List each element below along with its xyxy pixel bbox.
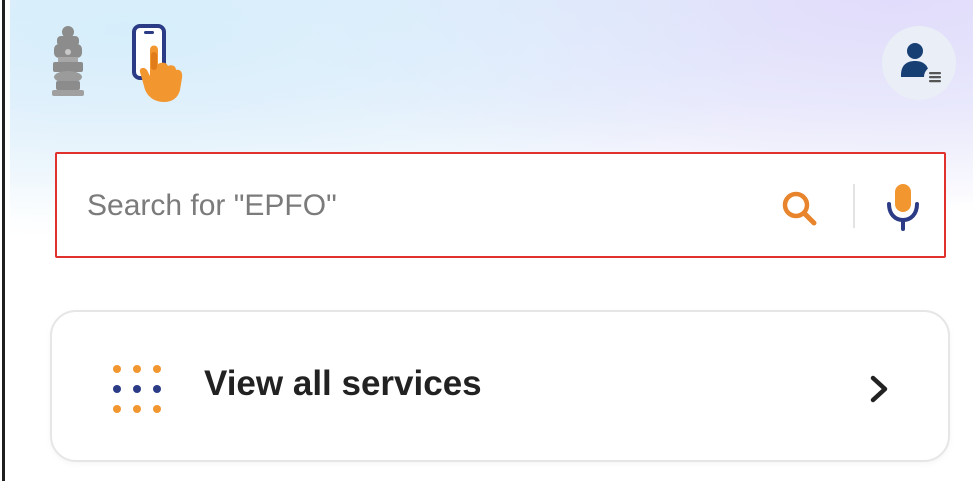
search-divider [853,184,855,228]
national-emblem-icon [52,26,84,96]
microphone-icon[interactable] [883,182,923,234]
view-all-services-label: View all services [204,364,482,403]
search-input[interactable] [87,183,737,229]
grid-icon [113,365,161,413]
chevron-right-icon [870,375,888,403]
window-left-edge [0,0,10,481]
app-logo-icon [132,24,183,102]
profile-menu-button[interactable] [882,26,956,100]
view-all-services-button[interactable]: View all services [50,310,950,462]
app-header [10,0,973,120]
search-icon[interactable] [777,186,823,232]
profile-menu-icon [901,43,946,88]
search-bar [55,152,946,258]
app-screen: View all services [10,0,973,481]
